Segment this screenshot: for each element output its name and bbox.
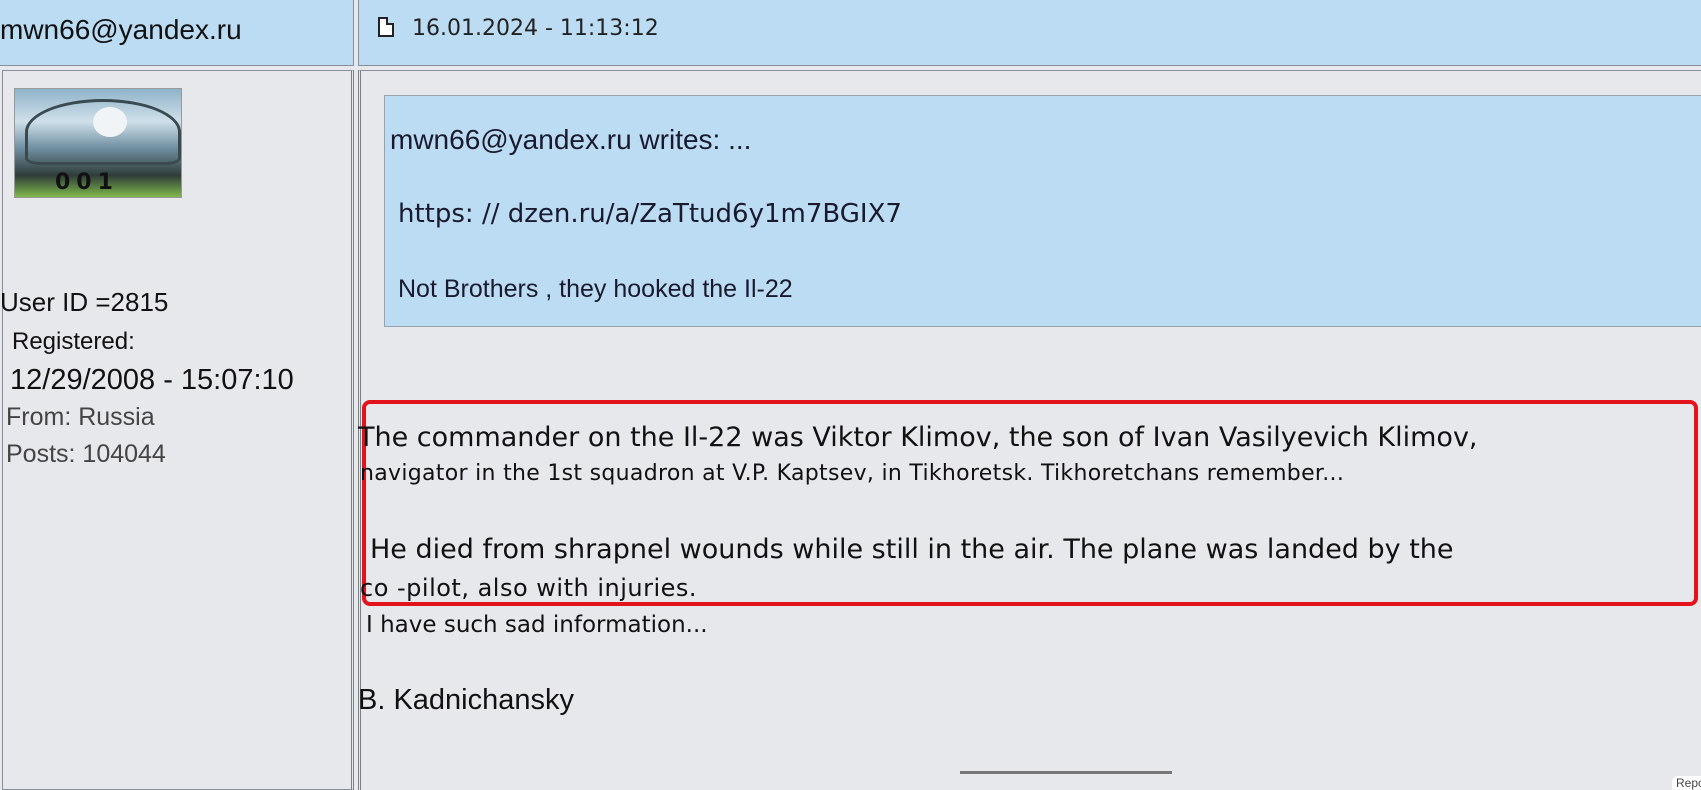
quote-link[interactable]: https: // dzen.ru/a/ZaTtud6y1m7BGIX7 [398,199,902,229]
user-id: User ID =2815 [0,287,169,317]
post-line-4: co -pilot, also with injuries. [360,574,698,602]
post-line-3: He died from shrapnel wounds while still… [370,534,1454,565]
footer-divider [960,771,1172,774]
signature: B. Kadnichansky [358,684,575,716]
location: From: Russia [6,403,155,431]
quote-header: mwn66@yandex.ru writes: ... [390,124,752,155]
avatar-number: 001 [55,170,119,195]
avatar[interactable]: 001 [14,88,182,198]
registered-label: Registered: [12,328,135,355]
author-username[interactable]: mwn66@yandex.ru [0,14,242,46]
document-icon[interactable] [378,17,394,37]
post-count: Posts: 104044 [6,440,166,468]
quote-text: Not Brothers , they hooked the Il-22 [398,275,793,303]
post-timestamp: 16.01.2024 - 11:13:12 [412,16,659,41]
report-button[interactable]: Repo [1672,776,1701,790]
post-line-5: I have such sad information... [366,612,708,638]
post-line-1: The commander on the Il-22 was Viktor Kl… [358,422,1478,453]
registered-date: 12/29/2008 - 15:07:10 [10,364,294,396]
avatar-helmet [93,107,127,137]
post-line-2: navigator in the 1st squadron at V.P. Ka… [360,461,1345,486]
